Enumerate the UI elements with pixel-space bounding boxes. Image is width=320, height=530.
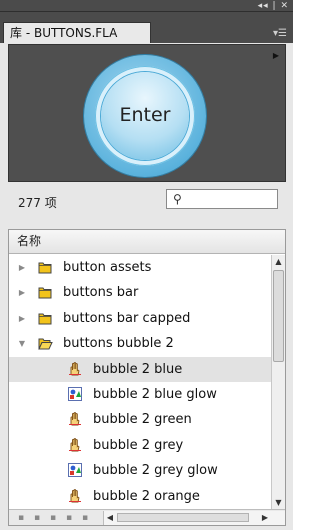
library-item-label: bubble 2 blue glow (93, 387, 217, 402)
library-panel: ◂◂ | ✕ 库 - BUTTONS.FLA ▾☰ ▶ Enter 277 项 … (0, 0, 293, 530)
library-item-label: bubble 2 orange (93, 488, 200, 504)
scroll-right-icon[interactable]: ▶ (259, 511, 271, 524)
library-item-label: bubble 2 blue (93, 361, 183, 377)
library-item-row[interactable]: bubble 2 blue glow (9, 382, 271, 407)
library-item-label: bubble 2 green (93, 412, 192, 428)
library-folder-row[interactable]: ▶ button assets (9, 255, 271, 280)
button-symbol-icon (67, 488, 83, 504)
horizontal-scrollbar[interactable]: ◀ ▶ (103, 511, 285, 525)
trash-icon[interactable]: ▪ (79, 513, 91, 523)
library-item-row[interactable]: bubble 2 orange (9, 484, 271, 509)
vertical-scrollbar[interactable]: ▲ ▼ (271, 255, 285, 509)
library-item-label: buttons bar (63, 285, 139, 301)
delete-icon[interactable]: ▪ (63, 513, 75, 523)
folder-icon (37, 310, 53, 326)
library-count-row: 277 项 ⚲ (8, 186, 286, 212)
tab-bar: 库 - BUTTONS.FLA ▾☰ (0, 12, 293, 43)
folder-icon (37, 284, 53, 300)
library-folder-row[interactable]: ▼ buttons bubble 2 (9, 331, 271, 356)
column-header-name[interactable]: 名称 (9, 230, 285, 254)
folder-icon (37, 259, 53, 275)
library-item-row[interactable]: bubble 2 blue (9, 356, 271, 382)
symbol-preview: ▶ Enter (8, 44, 286, 182)
properties-icon[interactable]: ▪ (47, 513, 59, 523)
expand-arrow-icon[interactable]: ▶ (17, 280, 27, 305)
horizontal-scroll-thumb[interactable] (117, 513, 249, 522)
graphic-symbol-icon (67, 386, 83, 402)
tab-library[interactable]: 库 - BUTTONS.FLA (3, 22, 151, 43)
panel-top-strip: ◂◂ | ✕ (0, 0, 293, 12)
window-controls[interactable]: ◂◂ | ✕ (258, 0, 289, 12)
folder-open-icon (37, 335, 53, 351)
preview-button-label: Enter (119, 104, 171, 126)
button-symbol-icon (67, 361, 83, 377)
new-folder-icon[interactable]: ▪ (31, 513, 43, 523)
library-item-label: buttons bubble 2 (63, 336, 174, 352)
search-icon: ⚲ (173, 192, 182, 206)
library-item-label: bubble 2 grey glow (93, 463, 218, 479)
graphic-symbol-icon (67, 462, 83, 478)
new-symbol-icon[interactable]: ▪ (15, 513, 27, 523)
button-symbol-icon (67, 437, 83, 453)
library-folder-row[interactable]: ▶ buttons bar capped (9, 306, 271, 331)
library-item-label: buttons bar capped (63, 310, 191, 326)
library-bottom-toolbar: ▪ ▪ ▪ ▪ ▪ ◀ ▶ (9, 509, 285, 525)
panel-menu-icon[interactable]: ▾☰ (273, 29, 287, 39)
collapse-arrow-icon[interactable]: ▼ (17, 331, 27, 356)
preview-play-icon[interactable]: ▶ (273, 51, 279, 60)
expand-arrow-icon[interactable]: ▶ (17, 255, 27, 280)
search-input[interactable]: ⚲ (166, 189, 278, 209)
scroll-thumb[interactable] (273, 270, 284, 362)
expand-arrow-icon[interactable]: ▶ (17, 306, 27, 331)
scroll-up-icon[interactable]: ▲ (272, 255, 285, 268)
button-symbol-icon (67, 411, 83, 427)
library-item-row[interactable]: bubble 2 green (9, 407, 271, 432)
library-rows: ▶ button assets ▶ buttons bar ▶ buttons bar c… (9, 255, 271, 509)
library-item-label: button assets (63, 260, 152, 275)
library-folder-row[interactable]: ▶ buttons bar (9, 280, 271, 305)
library-item-row[interactable]: bubble 2 grey (9, 433, 271, 458)
library-list: 名称 ▶ button assets ▶ buttons bar ▶ buttons ba… (8, 229, 286, 526)
library-item-label: bubble 2 grey (93, 437, 184, 453)
scroll-left-icon[interactable]: ◀ (104, 511, 116, 524)
library-item-row[interactable]: bubble 2 grey glow (9, 458, 271, 483)
scroll-down-icon[interactable]: ▼ (272, 496, 285, 509)
item-count: 277 项 (18, 196, 57, 210)
